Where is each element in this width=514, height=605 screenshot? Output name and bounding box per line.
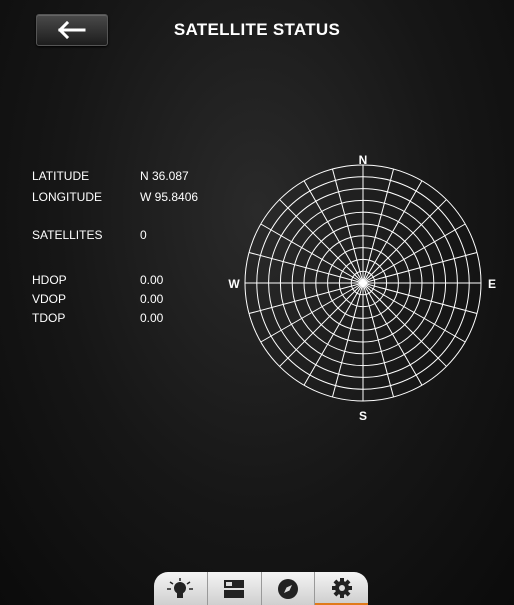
latitude-row: LATITUDE N 36.087 bbox=[32, 169, 252, 185]
tab-layout[interactable] bbox=[207, 572, 262, 605]
west-label: W bbox=[228, 277, 240, 291]
hdop-row: HDOP 0.00 bbox=[32, 273, 252, 289]
vdop-label: VDOP bbox=[32, 292, 67, 306]
satellite-polar-plot: N S W E bbox=[228, 153, 496, 423]
satellites-label: SATELLITES bbox=[32, 228, 103, 242]
page-title: SATELLITE STATUS bbox=[173, 20, 341, 39]
polar-spoke bbox=[362, 282, 395, 398]
east-label: E bbox=[488, 277, 496, 291]
polar-spoke bbox=[248, 282, 364, 315]
latitude-value: N 36.087 bbox=[140, 169, 189, 183]
longitude-row: LONGITUDE W 95.8406 bbox=[32, 190, 252, 206]
polar-spoke bbox=[331, 282, 364, 398]
polar-spoke bbox=[260, 223, 364, 284]
polar-spoke bbox=[362, 282, 478, 315]
polar-spoke bbox=[331, 168, 364, 284]
polar-spoke bbox=[362, 282, 423, 386]
north-label: N bbox=[359, 153, 368, 167]
polar-spoke bbox=[362, 251, 478, 284]
polar-spoke bbox=[362, 180, 423, 284]
tdop-label: TDOP bbox=[32, 311, 66, 325]
polar-spoke bbox=[303, 282, 364, 386]
polar-spoke bbox=[303, 180, 364, 284]
gear-icon bbox=[331, 577, 352, 598]
hdop-value: 0.00 bbox=[140, 273, 164, 287]
satellites-row: SATELLITES 0 bbox=[32, 228, 252, 244]
polar-spoke bbox=[362, 168, 395, 284]
polar-spoke bbox=[362, 223, 466, 284]
tdop-value: 0.00 bbox=[140, 311, 164, 325]
tab-settings[interactable] bbox=[315, 572, 368, 605]
polar-spoke bbox=[248, 251, 364, 284]
vdop-row: VDOP 0.00 bbox=[32, 292, 252, 308]
polar-spoke bbox=[260, 282, 364, 343]
layout-icon bbox=[224, 579, 245, 598]
latitude-label: LATITUDE bbox=[32, 169, 90, 183]
polar-spoke bbox=[362, 282, 466, 343]
south-label: S bbox=[359, 409, 367, 423]
satellites-value: 0 bbox=[140, 228, 147, 242]
tab-navigation[interactable] bbox=[261, 572, 316, 605]
compass-icon bbox=[277, 578, 298, 599]
tab-lighting[interactable] bbox=[154, 572, 208, 605]
longitude-value: W 95.8406 bbox=[140, 190, 199, 204]
lightbulb-icon bbox=[167, 577, 194, 598]
bottom-tab-bar bbox=[154, 572, 368, 605]
longitude-label: LONGITUDE bbox=[32, 190, 103, 204]
vdop-value: 0.00 bbox=[140, 292, 164, 306]
tdop-row: TDOP 0.00 bbox=[32, 311, 252, 327]
hdop-label: HDOP bbox=[32, 273, 67, 287]
polar-grid bbox=[244, 164, 482, 402]
